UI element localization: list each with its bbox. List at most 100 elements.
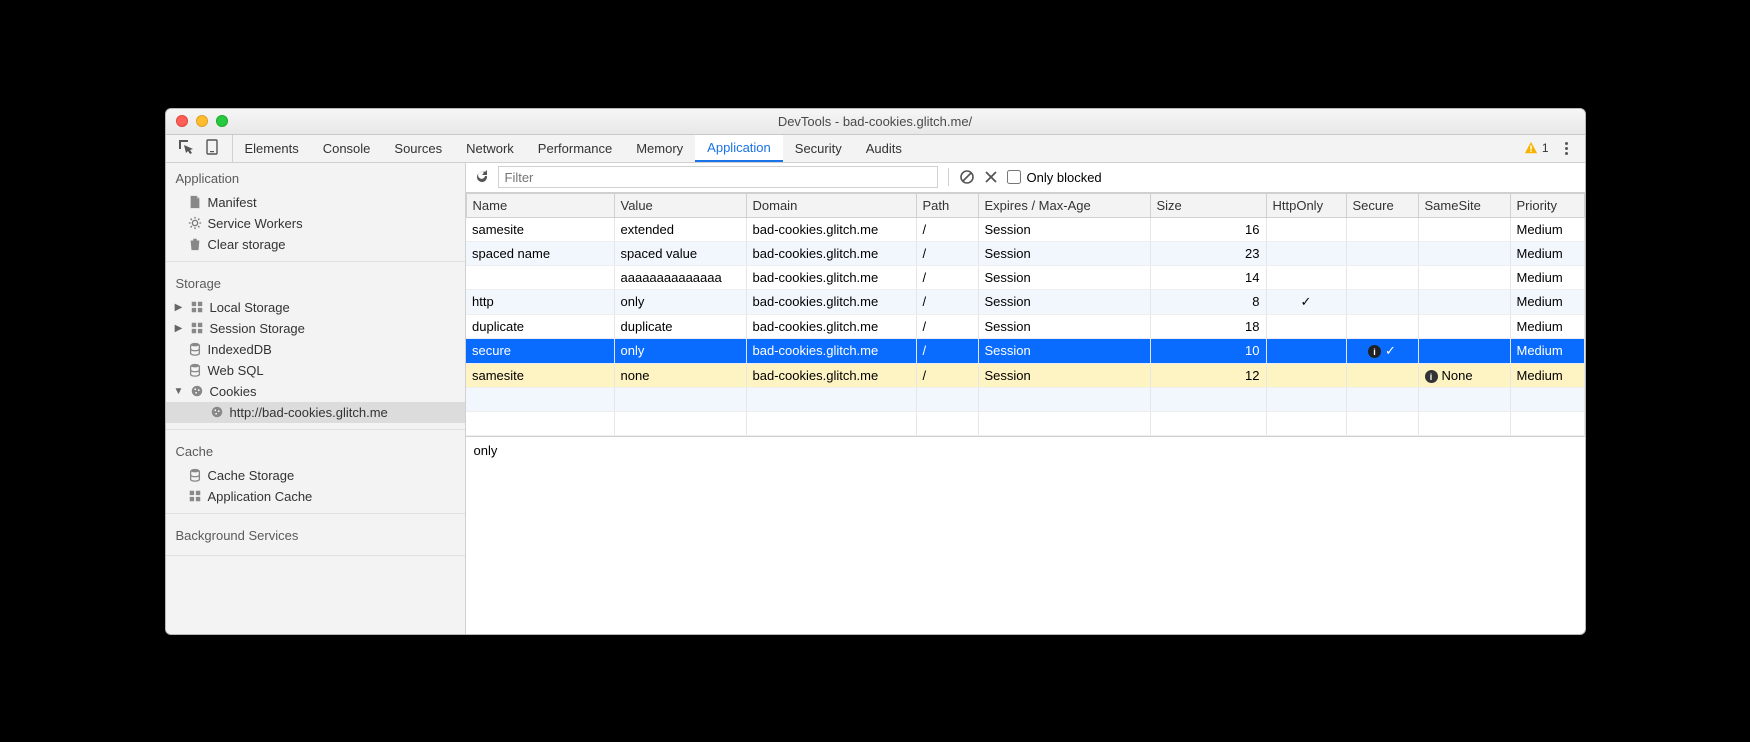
table-row[interactable]: samesiteextendedbad-cookies.glitch.me/Se… [466,217,1584,241]
column-path[interactable]: Path [916,193,978,217]
table-row[interactable]: samesitenonebad-cookies.glitch.me/Sessio… [466,363,1584,388]
sidebar-item-local-storage[interactable]: ▶ Local Storage [166,297,465,318]
delete-selected-button[interactable] [983,169,999,185]
filter-input[interactable] [498,166,938,188]
sidebar-item-session-storage[interactable]: ▶Session Storage [166,318,465,339]
more-menu-icon[interactable] [1559,140,1575,156]
db-icon [188,342,202,356]
reload-button[interactable] [474,169,490,185]
table-row[interactable]: spaced namespaced valuebad-cookies.glitc… [466,241,1584,265]
sidebar-item-cache-storage[interactable]: Cache Storage [166,465,465,486]
tab-sources[interactable]: Sources [382,135,454,162]
window-maximize-button[interactable] [216,115,228,127]
expand-icon[interactable]: ▶ [174,323,184,334]
tab-memory[interactable]: Memory [624,135,695,162]
sidebar-item-label: Manifest [208,195,257,210]
column-expires-max-age[interactable]: Expires / Max-Age [978,193,1150,217]
column-size[interactable]: Size [1150,193,1266,217]
cell: Medium [1510,241,1584,265]
column-priority[interactable]: Priority [1510,193,1584,217]
cell: 16 [1150,217,1266,241]
cell: extended [614,217,746,241]
cookies-table: NameValueDomainPathExpires / Max-AgeSize… [466,193,1585,437]
warnings-count: 1 [1542,141,1549,155]
cell: bad-cookies.glitch.me [746,314,916,338]
column-name[interactable]: Name [466,193,614,217]
inspect-icon[interactable] [178,139,194,158]
devtools-window: DevTools - bad-cookies.glitch.me/ Elemen… [165,108,1586,635]
cell [1346,314,1418,338]
cell: aaaaaaaaaaaaaa [614,265,746,289]
sidebar-section-storage: Storage [166,268,465,297]
sidebar-item-cookies[interactable]: ▼ Cookies [166,381,465,402]
sidebar-item-label: Cookies [210,384,257,399]
sidebar-item-manifest[interactable]: Manifest [166,192,465,213]
cell: Session [978,363,1150,388]
cell [1418,265,1510,289]
table-row[interactable]: duplicateduplicatebad-cookies.glitch.me/… [466,314,1584,338]
sidebar-section-cache: Cache [166,436,465,465]
column-samesite[interactable]: SameSite [1418,193,1510,217]
cell: / [916,241,978,265]
cell: 18 [1150,314,1266,338]
tab-security[interactable]: Security [783,135,854,162]
cell: duplicate [614,314,746,338]
window-close-button[interactable] [176,115,188,127]
expand-icon[interactable]: ▶ [174,302,184,313]
table-row[interactable]: secureonlybad-cookies.glitch.me/Session1… [466,338,1584,363]
devtools-tabbar: ElementsConsoleSourcesNetworkPerformance… [166,135,1585,163]
only-blocked-checkbox[interactable] [1007,170,1021,184]
tab-network[interactable]: Network [454,135,526,162]
sidebar-item-web-sql[interactable]: Web SQL [166,360,465,381]
cell: ✓ [1266,289,1346,314]
tab-console[interactable]: Console [311,135,383,162]
sidebar-item-service-workers[interactable]: Service Workers [166,213,465,234]
device-icon[interactable] [204,139,220,158]
tab-application[interactable]: Application [695,135,783,162]
only-blocked-label: Only blocked [1027,170,1102,185]
column-secure[interactable]: Secure [1346,193,1418,217]
table-row[interactable]: aaaaaaaaaaaaaabad-cookies.glitch.me/Sess… [466,265,1584,289]
cell: only [614,338,746,363]
cell: / [916,338,978,363]
cell: bad-cookies.glitch.me [746,265,916,289]
column-domain[interactable]: Domain [746,193,916,217]
cell: Medium [1510,338,1584,363]
table-row[interactable]: httponlybad-cookies.glitch.me/Session8✓M… [466,289,1584,314]
cell [1346,241,1418,265]
cell [1266,363,1346,388]
cell: secure [466,338,614,363]
sidebar-item-label: IndexedDB [208,342,272,357]
sidebar-item-clear-storage[interactable]: Clear storage [166,234,465,255]
tab-audits[interactable]: Audits [854,135,914,162]
cell [1418,217,1510,241]
warnings-badge[interactable]: 1 [1524,141,1549,155]
sidebar-item-http-bad-cookies-glitch-me[interactable]: http://bad-cookies.glitch.me [166,402,465,423]
column-value[interactable]: Value [614,193,746,217]
sidebar-item-application-cache[interactable]: Application Cache [166,486,465,507]
tab-performance[interactable]: Performance [526,135,624,162]
clear-all-button[interactable] [959,169,975,185]
cell: / [916,289,978,314]
cell [1418,338,1510,363]
tab-elements[interactable]: Elements [233,135,311,162]
cell: spaced value [614,241,746,265]
sidebar-item-indexeddb[interactable]: IndexedDB [166,339,465,360]
cell [1346,363,1418,388]
window-minimize-button[interactable] [196,115,208,127]
cell [1418,314,1510,338]
only-blocked-toggle[interactable]: Only blocked [1007,170,1102,185]
info-icon: i [1425,370,1438,383]
sidebar-item-label: Cache Storage [208,468,295,483]
cell [466,265,614,289]
cell: Medium [1510,363,1584,388]
sidebar-item-label: Application Cache [208,489,313,504]
column-httponly[interactable]: HttpOnly [1266,193,1346,217]
sidebar-item-label: Service Workers [208,216,303,231]
cell [1266,265,1346,289]
cell: / [916,265,978,289]
cell [1346,289,1418,314]
main-panel: ApplicationManifestService WorkersClear … [166,163,1585,634]
sidebar-item-label: Local Storage [210,300,290,315]
expand-icon[interactable]: ▼ [174,386,184,397]
